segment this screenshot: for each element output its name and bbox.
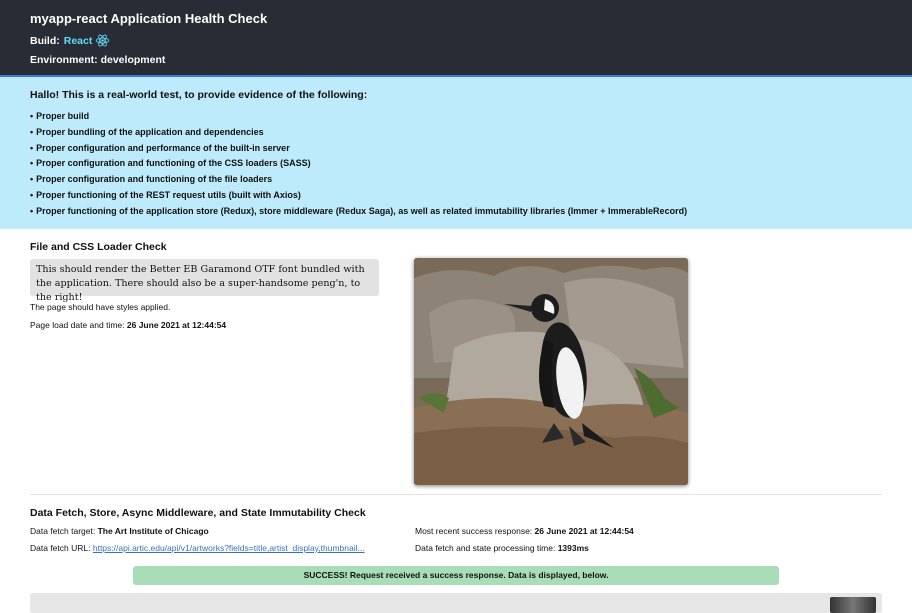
fetch-url: Data fetch URL: https://api.artic.edu/ap… xyxy=(30,543,365,553)
garamond-font-sample: This should render the Better EB Garamon… xyxy=(30,259,379,303)
processing-value: 1393ms xyxy=(557,543,589,553)
page-load-time: Page load date and time: 26 June 2021 at… xyxy=(30,320,226,330)
build-line: Build: React xyxy=(30,33,912,48)
fetch-url-link[interactable]: https://api.artic.edu/api/v1/artworks?fi… xyxy=(93,543,365,553)
recent-value: 26 June 2021 at 12:44:54 xyxy=(534,526,634,536)
load-label: Page load date and time: xyxy=(30,320,125,330)
processing-label: Data fetch and state processing time: xyxy=(415,543,556,553)
list-item: Proper build xyxy=(30,109,912,125)
build-value: React xyxy=(63,34,93,47)
data-fetch-check: Data Fetch, Store, Async Middleware, and… xyxy=(0,495,912,613)
info-heading: Hallo! This is a real-world test, to pro… xyxy=(30,89,368,101)
list-item: Proper bundling of the application and d… xyxy=(30,125,912,141)
react-atom-icon xyxy=(95,33,110,48)
recent-label: Most recent success response: xyxy=(415,526,533,536)
section-heading: Data Fetch, Store, Async Middleware, and… xyxy=(30,507,366,519)
list-item: Proper configuration and performance of … xyxy=(30,141,912,157)
list-item: Proper configuration and functioning of … xyxy=(30,156,912,172)
section-heading: File and CSS Loader Check xyxy=(30,241,167,253)
app-header: myapp-react Application Health Check Bui… xyxy=(0,0,912,77)
processing-time: Data fetch and state processing time: 13… xyxy=(415,543,589,553)
penguin-photo xyxy=(414,258,688,485)
fetch-target: Data fetch target: The Art Institute of … xyxy=(30,526,209,536)
page-title: myapp-react Application Health Check xyxy=(30,11,268,26)
list-item: Proper functioning of the REST request u… xyxy=(30,188,912,204)
info-list: Proper build Proper bundling of the appl… xyxy=(30,109,912,220)
target-value: The Art Institute of Chicago xyxy=(97,526,209,536)
recent-response: Most recent success response: 26 June 20… xyxy=(415,526,634,536)
info-banner: Hallo! This is a real-world test, to pro… xyxy=(0,77,912,229)
url-label: Data fetch URL: xyxy=(30,543,91,553)
target-label: Data fetch target: xyxy=(30,526,96,536)
success-banner: SUCCESS! Request received a success resp… xyxy=(133,566,779,585)
build-label: Build: xyxy=(30,34,60,47)
file-css-loader-check: File and CSS Loader Check This should re… xyxy=(0,229,912,495)
load-value: 26 June 2021 at 12:44:54 xyxy=(126,320,227,330)
artwork-thumbnail xyxy=(830,597,876,613)
results-panel xyxy=(30,593,882,613)
styles-note: The page should have styles applied. xyxy=(30,302,171,312)
environment-line: Environment: development xyxy=(30,54,166,66)
list-item: Proper functioning of the application st… xyxy=(30,204,912,220)
list-item: Proper configuration and functioning of … xyxy=(30,172,912,188)
